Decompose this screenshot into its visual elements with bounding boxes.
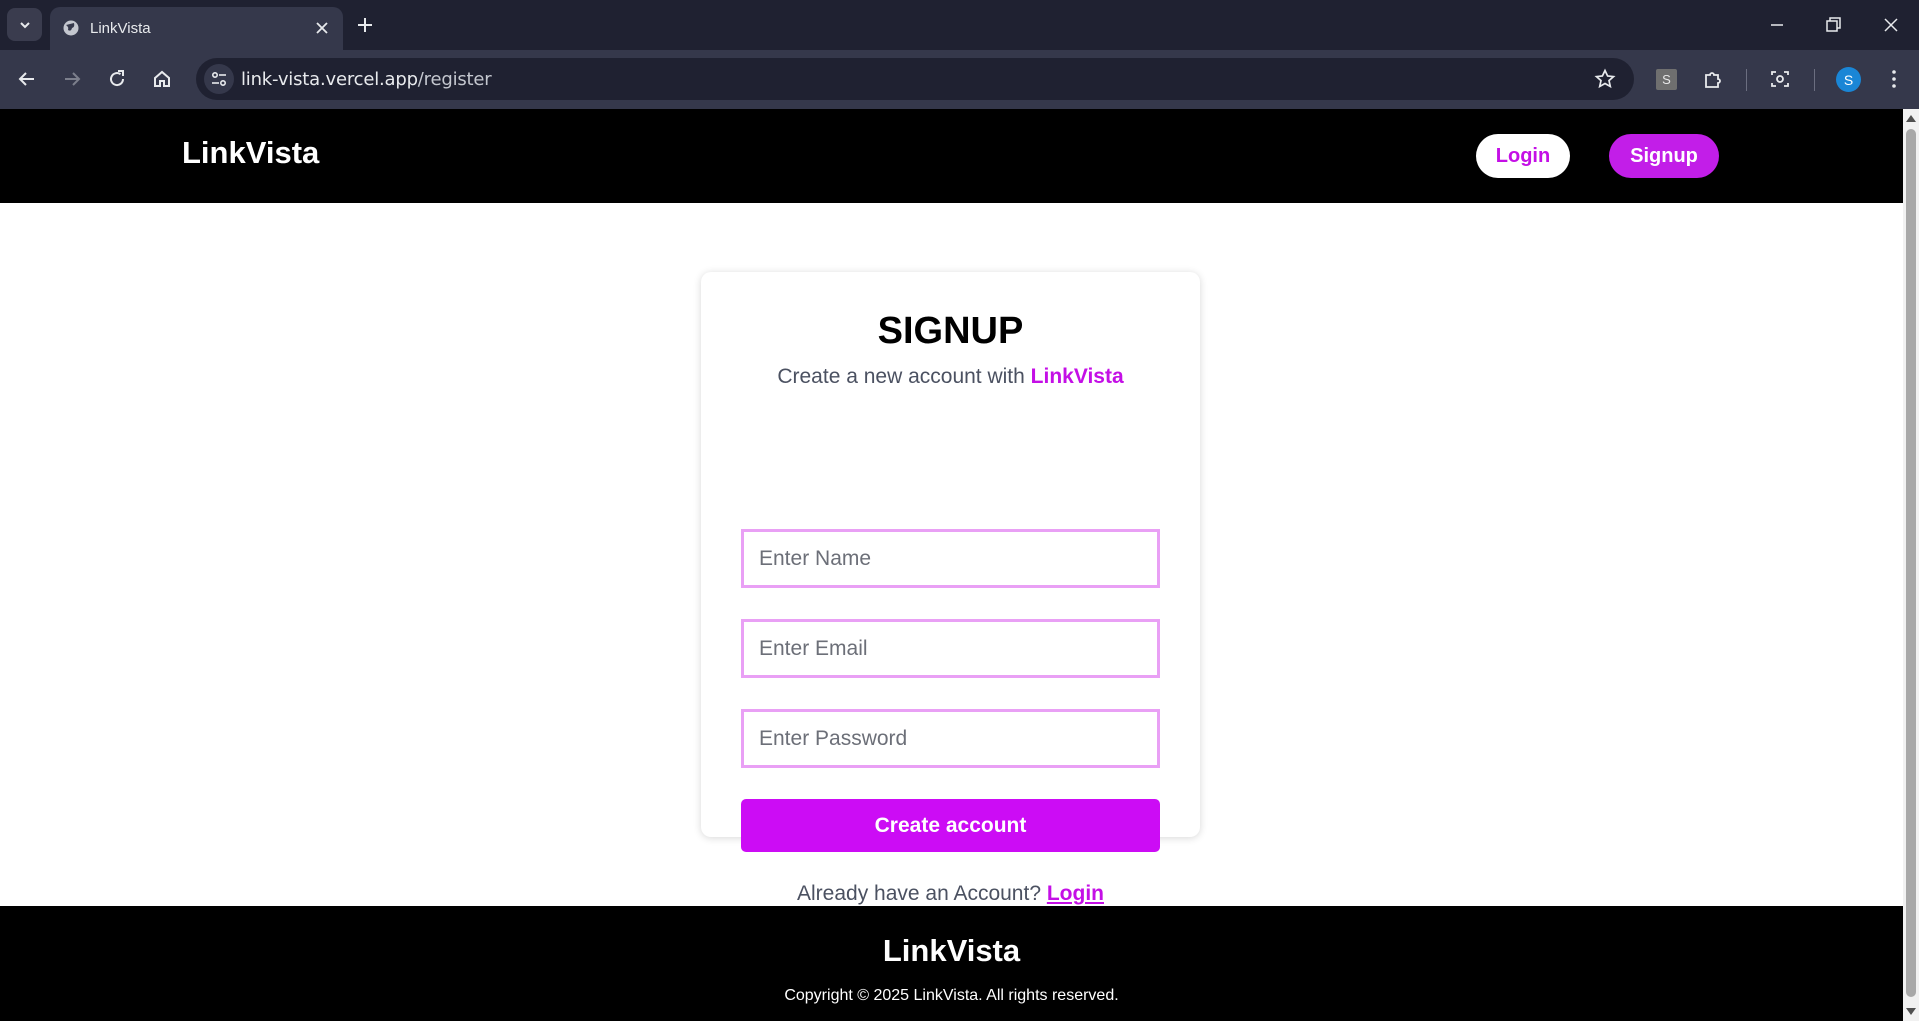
subtitle-brand: LinkVista: [1030, 365, 1124, 388]
page-scrollbar[interactable]: [1903, 109, 1919, 1021]
forward-icon[interactable]: [60, 67, 84, 91]
header-logo[interactable]: LinkVista: [182, 135, 319, 171]
url-text[interactable]: link-vista.vercel.app/register: [241, 69, 492, 90]
globe-icon: [63, 20, 79, 36]
home-icon[interactable]: [150, 67, 174, 91]
create-account-button[interactable]: Create account: [741, 799, 1160, 852]
new-tab-icon[interactable]: [354, 14, 376, 36]
tune-icon: [211, 71, 227, 87]
password-field: [741, 709, 1160, 768]
login-prompt-text: Already have an Account?: [797, 882, 1047, 905]
email-input[interactable]: [744, 622, 1157, 675]
name-field: [741, 529, 1160, 588]
header-signup-button[interactable]: Signup: [1609, 134, 1719, 178]
extension-s-icon[interactable]: S: [1656, 69, 1677, 90]
close-window-icon[interactable]: [1881, 15, 1901, 35]
site-header: LinkVista Login Signup: [0, 109, 1903, 203]
toolbar-separator: [1746, 69, 1747, 91]
footer-logo: LinkVista: [882, 933, 1021, 968]
scroll-up-arrow[interactable]: [1906, 115, 1916, 122]
subtitle-text: Create a new account with: [777, 365, 1031, 388]
bookmark-star-icon[interactable]: [1594, 68, 1616, 90]
login-link[interactable]: Login: [1047, 882, 1104, 905]
restore-icon[interactable]: [1823, 15, 1843, 35]
chevron-down-icon: [19, 21, 30, 28]
reload-icon[interactable]: [105, 67, 129, 91]
name-input[interactable]: [744, 532, 1157, 585]
profile-avatar[interactable]: S: [1836, 67, 1861, 92]
browser-tab-active[interactable]: LinkVista: [50, 7, 343, 50]
page-viewport: LinkVista Login Signup SIGNUP Create a n…: [0, 109, 1903, 1021]
site-info-button[interactable]: [204, 64, 234, 94]
minimize-icon[interactable]: [1767, 15, 1787, 35]
url-host: link-vista.vercel.app: [241, 69, 418, 90]
close-tab-icon[interactable]: [313, 19, 331, 37]
email-field: [741, 619, 1160, 678]
signup-title: SIGNUP: [877, 310, 1024, 352]
signup-subtitle: Create a new account with LinkVista: [701, 365, 1200, 389]
password-input[interactable]: [744, 712, 1157, 765]
footer-copyright: Copyright © 2025 LinkVista. All rights r…: [784, 987, 1119, 1004]
signup-card: SIGNUP Create a new account with LinkVis…: [701, 272, 1200, 905]
header-login-button[interactable]: Login: [1476, 134, 1570, 178]
address-bar[interactable]: link-vista.vercel.app/register: [196, 58, 1634, 100]
back-icon[interactable]: [15, 67, 39, 91]
toolbar-separator: [1814, 69, 1815, 91]
scroll-thumb[interactable]: [1906, 129, 1916, 997]
login-prompt: Already have an Account? Login: [701, 882, 1200, 906]
tab-search-button[interactable]: [7, 8, 42, 41]
more-menu-icon[interactable]: [1882, 67, 1906, 91]
site-footer: LinkVista Copyright © 2025 LinkVista. Al…: [0, 906, 1903, 1021]
scroll-down-arrow[interactable]: [1906, 1008, 1916, 1015]
extensions-puzzle-icon[interactable]: [1701, 67, 1725, 91]
browser-toolbar: link-vista.vercel.app/register S S: [0, 50, 1919, 109]
url-path: /register: [417, 69, 492, 90]
browser-tab-strip: LinkVista: [0, 0, 1919, 50]
screenshot-lens-icon[interactable]: [1768, 67, 1792, 91]
tab-title: LinkVista: [90, 20, 151, 37]
